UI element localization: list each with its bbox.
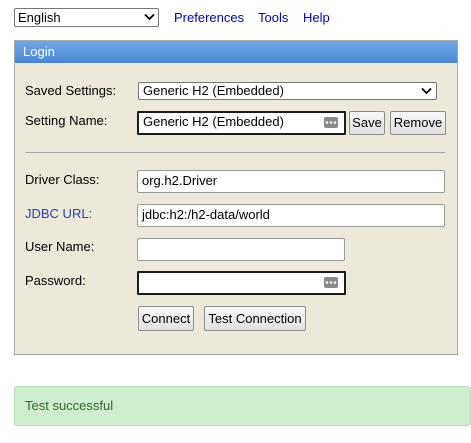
connect-button[interactable]: Connect	[138, 306, 194, 331]
separator	[25, 152, 445, 153]
chevron-down-icon	[144, 13, 155, 21]
login-panel: Login Saved Settings: Generic H2 (Embedd…	[14, 40, 458, 355]
user-name-label: User Name:	[25, 239, 95, 254]
language-select-value: English	[18, 10, 61, 25]
autofill-key-icon[interactable]	[324, 117, 338, 128]
password-input[interactable]	[137, 271, 346, 295]
jdbc-url-input[interactable]: jdbc:h2:/h2-data/world	[137, 204, 445, 227]
dots-icon	[325, 121, 337, 124]
language-select[interactable]: English	[14, 8, 159, 27]
password-label: Password:	[25, 273, 86, 288]
driver-class-input-value: org.h2.Driver	[142, 173, 218, 188]
setting-name-input[interactable]: Generic H2 (Embedded)	[137, 111, 346, 135]
setting-name-label: Setting Name:	[25, 113, 108, 128]
user-name-input[interactable]	[137, 238, 345, 261]
jdbc-url-label[interactable]: JDBC URL:	[25, 206, 92, 221]
remove-button[interactable]: Remove	[390, 111, 446, 135]
login-header: Login	[15, 41, 457, 63]
tools-link[interactable]: Tools	[258, 10, 288, 25]
jdbc-url-input-value: jdbc:h2:/h2-data/world	[142, 207, 270, 222]
setting-name-input-value: Generic H2 (Embedded)	[143, 114, 284, 129]
save-button[interactable]: Save	[349, 111, 385, 135]
chevron-down-icon	[421, 87, 432, 95]
saved-settings-label: Saved Settings:	[25, 83, 117, 98]
dots-icon	[325, 281, 337, 284]
help-link[interactable]: Help	[303, 10, 330, 25]
preferences-link[interactable]: Preferences	[174, 10, 244, 25]
saved-settings-select[interactable]: Generic H2 (Embedded)	[138, 82, 437, 100]
autofill-key-icon[interactable]	[324, 277, 338, 288]
driver-class-input[interactable]: org.h2.Driver	[137, 170, 445, 193]
saved-settings-select-value: Generic H2 (Embedded)	[143, 83, 284, 98]
test-connection-button[interactable]: Test Connection	[204, 306, 306, 331]
status-message: Test successful	[14, 386, 471, 426]
driver-class-label: Driver Class:	[25, 172, 100, 187]
h2-console-login-page: English Preferences Tools Help Login Sav…	[0, 0, 471, 443]
